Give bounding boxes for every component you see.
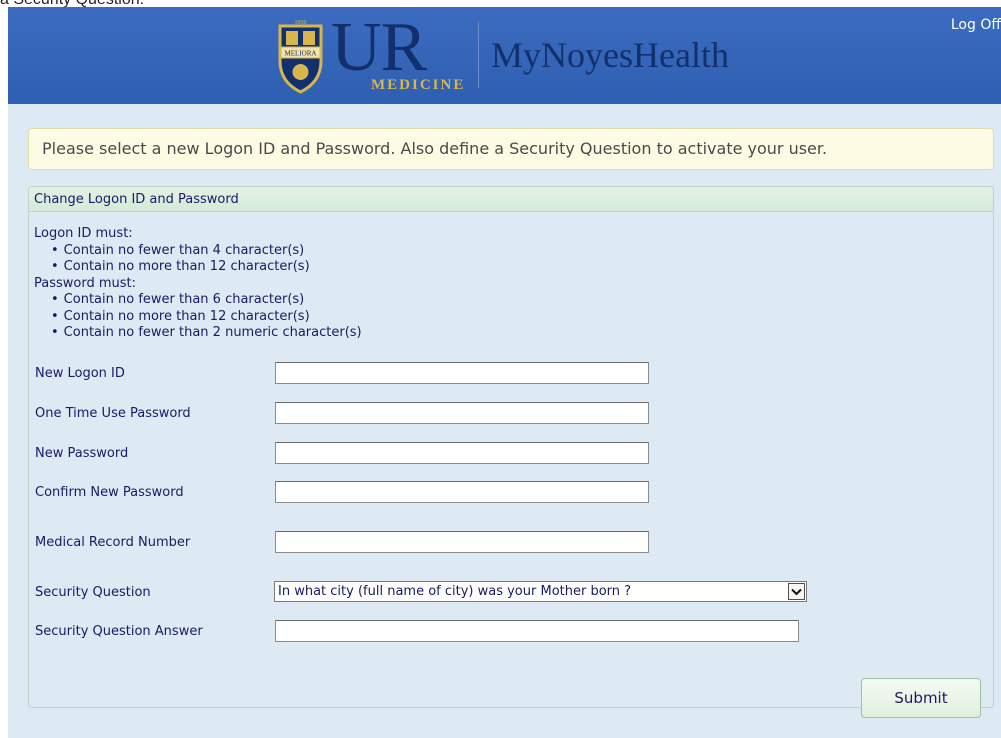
confirm-password-label: Confirm New Password <box>35 485 184 500</box>
logon-rule: Contain no fewer than 4 character(s) <box>51 243 362 260</box>
page: a Security Question. MELIORA 1850 UR MED… <box>0 0 1001 738</box>
confirm-password-input[interactable] <box>275 481 649 503</box>
submit-label: Submit <box>894 689 948 707</box>
log-off-link[interactable]: Log Off <box>951 17 1001 33</box>
ur-letters: UR <box>331 9 427 86</box>
security-answer-input[interactable] <box>275 620 799 642</box>
medical-record-number-input[interactable] <box>275 531 649 553</box>
main-content: Please select a new Logon ID and Passwor… <box>8 104 1001 738</box>
panel-title: Change Logon ID and Password <box>29 187 993 212</box>
logo: MELIORA 1850 UR MEDICINE MyNoyesHealth <box>278 10 729 100</box>
ur-shield-icon: MELIORA 1850 <box>278 20 323 94</box>
medical-record-number-label: Medical Record Number <box>35 535 191 550</box>
logon-rules-title: Logon ID must: <box>34 226 133 241</box>
password-rule: Contain no fewer than 2 numeric characte… <box>51 325 362 342</box>
security-question-value: In what city (full name of city) was you… <box>278 584 632 599</box>
instruction-notice: Please select a new Logon ID and Passwor… <box>28 128 994 170</box>
one-time-password-input[interactable] <box>275 402 649 424</box>
password-rule: Contain no fewer than 6 character(s) <box>51 292 362 309</box>
security-question-select[interactable]: In what city (full name of city) was you… <box>274 581 807 602</box>
logon-rule: Contain no more than 12 character(s) <box>51 259 362 276</box>
brand-name: MyNoyesHealth <box>491 35 729 75</box>
new-logon-id-label: New Logon ID <box>35 366 125 381</box>
logon-rules-list: Contain no fewer than 4 character(s) Con… <box>34 243 362 276</box>
new-password-label: New Password <box>35 446 129 461</box>
shield-motto: MELIORA <box>285 50 317 58</box>
password-rule: Contain no more than 12 character(s) <box>51 309 362 326</box>
password-rules-list: Contain no fewer than 6 character(s) Con… <box>34 292 362 342</box>
change-logon-panel: Change Logon ID and Password Logon ID mu… <box>28 186 994 718</box>
security-answer-label: Security Question Answer <box>35 624 203 639</box>
submit-button[interactable]: Submit <box>861 678 981 718</box>
chevron-down-icon[interactable] <box>788 583 805 600</box>
ur-medicine-logo: UR MEDICINE <box>331 13 481 97</box>
medicine-subtitle: MEDICINE <box>371 77 466 93</box>
requirements: Logon ID must: Contain no fewer than 4 c… <box>34 226 362 342</box>
new-logon-id-input[interactable] <box>275 362 649 384</box>
security-question-label: Security Question <box>35 585 151 600</box>
shield-year: 1850 <box>295 20 307 26</box>
one-time-password-label: One Time Use Password <box>35 406 191 421</box>
header-bar: MELIORA 1850 UR MEDICINE MyNoyesHealth L… <box>8 7 1001 104</box>
new-password-input[interactable] <box>275 442 649 464</box>
password-rules-title: Password must: <box>34 275 137 291</box>
